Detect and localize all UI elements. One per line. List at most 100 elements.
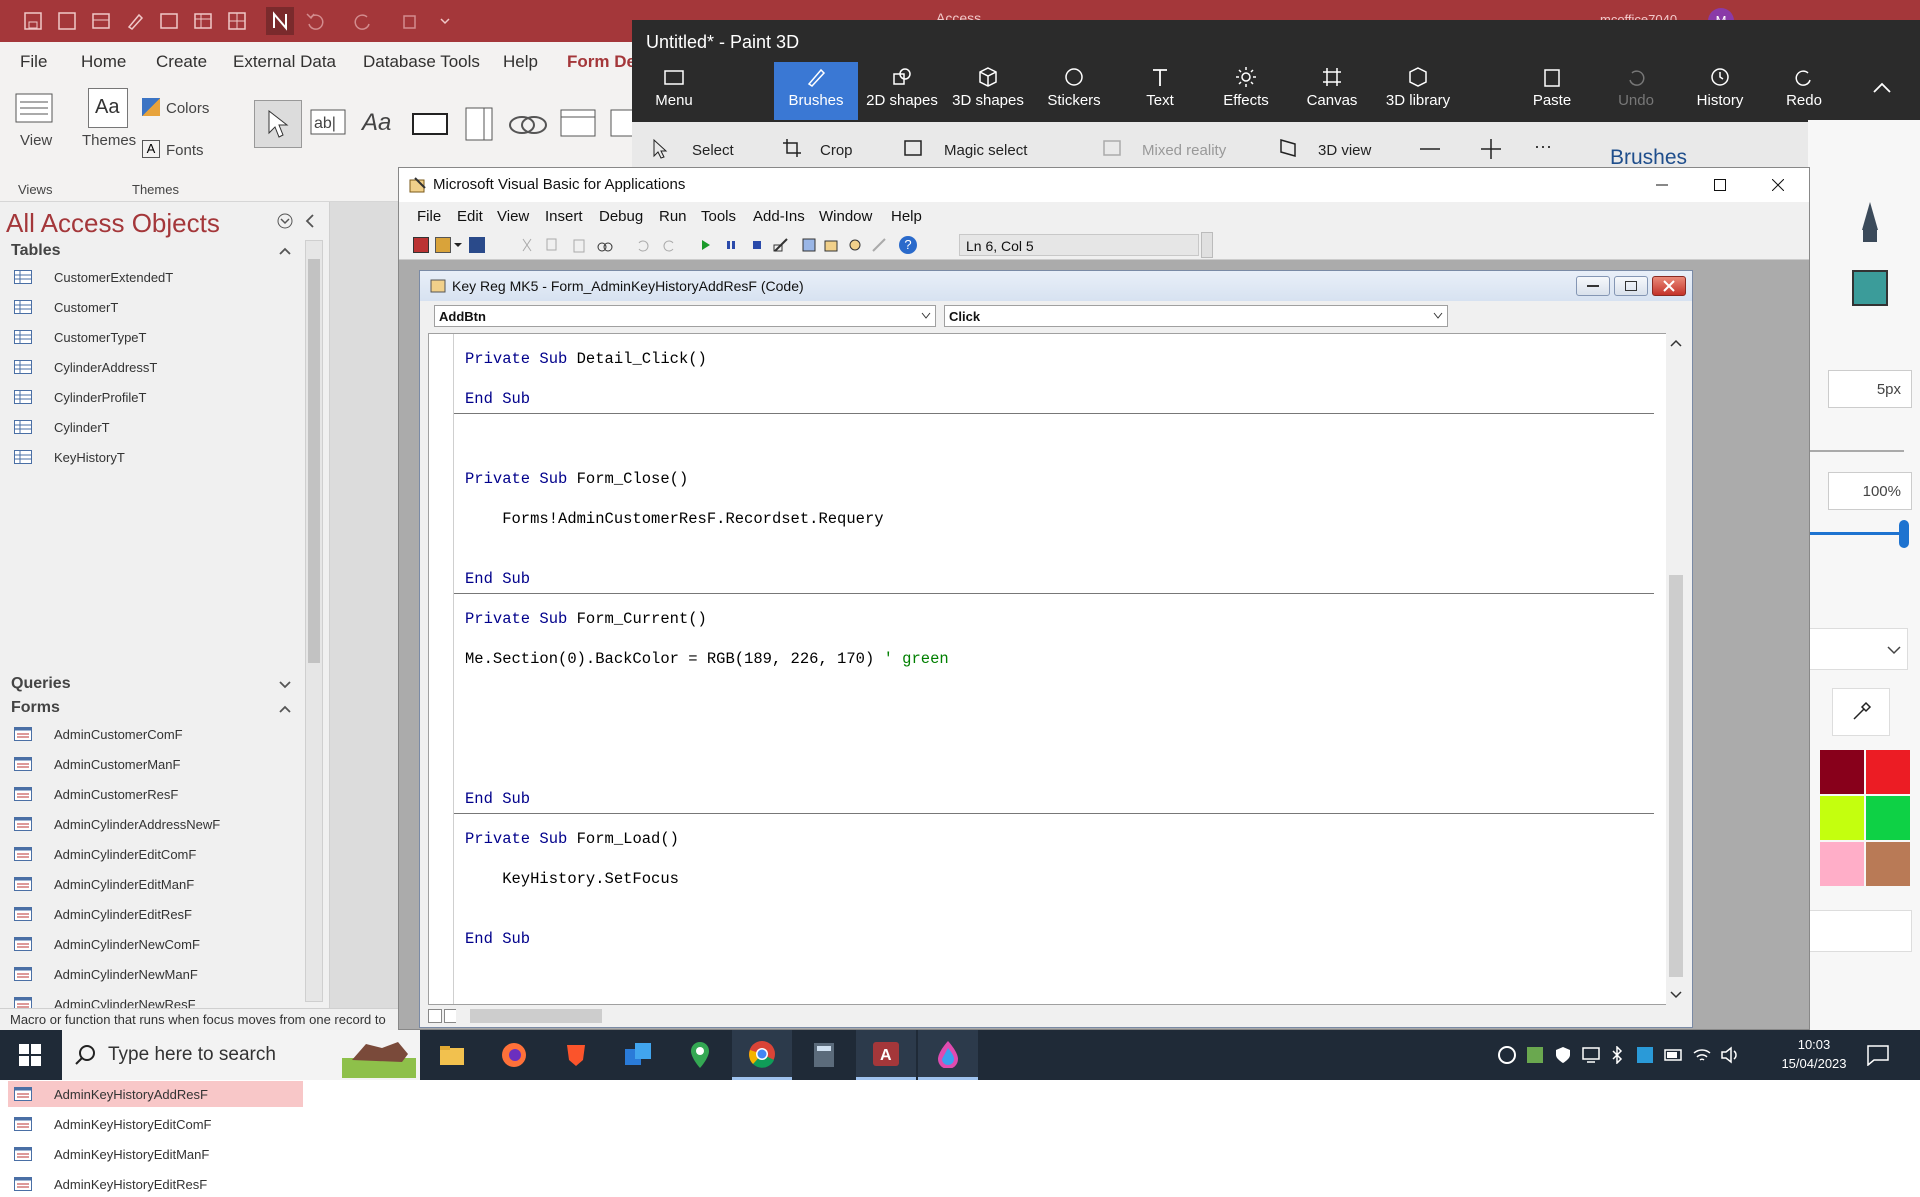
collapse-tables-icon[interactable] bbox=[278, 246, 292, 256]
access-taskbar-icon[interactable]: A bbox=[856, 1030, 916, 1080]
opacity-slider[interactable] bbox=[1808, 532, 1904, 535]
tab-home[interactable]: Home bbox=[81, 52, 126, 72]
tab-file[interactable]: File bbox=[20, 52, 47, 72]
design-mode-icon[interactable] bbox=[773, 237, 789, 253]
code-line[interactable]: Private Sub Form_Close() bbox=[465, 470, 688, 488]
menu-add-ins[interactable]: Add-Ins bbox=[753, 208, 805, 225]
forms-group-label[interactable]: Forms bbox=[11, 699, 60, 717]
tab-database-tools[interactable]: Database Tools bbox=[363, 52, 480, 72]
nav-item[interactable]: AdminCylinderEditManF bbox=[8, 871, 303, 897]
select-pointer-icon[interactable] bbox=[254, 100, 302, 148]
undo-icon[interactable] bbox=[304, 10, 326, 32]
code-line[interactable]: Forms!AdminCustomerResF.Recordset.Requer… bbox=[465, 510, 883, 528]
cut-icon[interactable] bbox=[519, 237, 535, 253]
save-as-icon[interactable] bbox=[56, 10, 78, 32]
tray-sync-icon[interactable] bbox=[1636, 1046, 1654, 1064]
paste-icon[interactable] bbox=[571, 237, 587, 253]
magic-select-button[interactable]: Magic select bbox=[944, 142, 1027, 159]
undo-icon[interactable] bbox=[635, 237, 651, 253]
color-swatch[interactable] bbox=[1820, 796, 1864, 840]
nav-item[interactable]: CylinderT bbox=[8, 414, 303, 440]
table-icon[interactable] bbox=[192, 10, 214, 32]
marker-brush-icon[interactable] bbox=[1858, 200, 1882, 244]
3d-library-tool[interactable]: 3D library bbox=[1376, 62, 1460, 120]
code-line[interactable]: Private Sub Form_Current() bbox=[465, 610, 707, 628]
nav-item[interactable]: AdminKeyHistoryAddResF bbox=[8, 1081, 303, 1107]
security-shield-icon[interactable] bbox=[1554, 1046, 1572, 1064]
find-icon[interactable] bbox=[597, 237, 613, 253]
tab-control-icon[interactable] bbox=[464, 106, 494, 142]
2d-shapes-tool[interactable]: 2D shapes bbox=[860, 62, 944, 120]
nav-item[interactable]: AdminCustomerResF bbox=[8, 781, 303, 807]
brushes-tool[interactable]: Brushes bbox=[774, 62, 858, 120]
nav-item[interactable]: KeyHistoryT bbox=[8, 444, 303, 470]
scroll-down-icon[interactable] bbox=[1670, 991, 1682, 999]
menu-button[interactable]: Menu bbox=[632, 62, 716, 120]
nav-item[interactable]: AdminKeyHistoryEditResF bbox=[8, 1171, 303, 1197]
file-explorer-icon[interactable] bbox=[422, 1030, 482, 1080]
menu-help[interactable]: Help bbox=[891, 208, 922, 225]
help-icon[interactable]: ? bbox=[899, 236, 917, 254]
grammarly-icon[interactable] bbox=[1498, 1046, 1516, 1064]
windows-start-icon[interactable] bbox=[0, 1030, 60, 1080]
access-view-icon[interactable] bbox=[413, 237, 429, 253]
copy-icon[interactable] bbox=[545, 237, 561, 253]
stickers-tool[interactable]: Stickers bbox=[1032, 62, 1116, 120]
canvas-tool[interactable]: Canvas bbox=[1290, 62, 1374, 120]
code-close-button[interactable] bbox=[1652, 276, 1686, 296]
3d-shapes-tool[interactable]: 3D shapes bbox=[946, 62, 1030, 120]
code-restore-button[interactable] bbox=[1614, 276, 1648, 296]
tray-app-icon[interactable] bbox=[1526, 1046, 1544, 1064]
view-icon[interactable] bbox=[14, 90, 54, 126]
code-horizontal-scrollbar[interactable] bbox=[456, 1007, 1654, 1025]
menu-file[interactable]: File bbox=[417, 208, 441, 225]
nav-scroll-thumb[interactable] bbox=[308, 259, 320, 663]
hyperlink-control-icon[interactable] bbox=[508, 110, 548, 140]
colors-button[interactable]: Colors bbox=[166, 100, 209, 117]
code-line[interactable]: Private Sub Detail_Click() bbox=[465, 350, 707, 368]
effects-tool[interactable]: Effects bbox=[1204, 62, 1288, 120]
view-button[interactable]: View bbox=[20, 132, 52, 149]
code-hscroll-thumb[interactable] bbox=[470, 1009, 602, 1023]
tab-form-design[interactable]: Form De bbox=[567, 52, 636, 72]
thickness-slider[interactable] bbox=[1808, 450, 1904, 452]
nav-item[interactable]: AdminKeyHistoryEditComF bbox=[8, 1111, 303, 1137]
code-line[interactable]: Me.Section(0).BackColor = RGB(189, 226, … bbox=[465, 650, 949, 668]
text-tool[interactable]: Text bbox=[1118, 62, 1202, 120]
nav-item[interactable]: AdminCustomerManF bbox=[8, 751, 303, 777]
menu-view[interactable]: View bbox=[497, 208, 529, 225]
save-icon[interactable] bbox=[469, 237, 485, 253]
tab-external-data[interactable]: External Data bbox=[233, 52, 336, 72]
procedure-view-icon[interactable] bbox=[428, 1009, 442, 1023]
minimize-button[interactable] bbox=[1633, 168, 1691, 202]
code-vertical-scrollbar[interactable] bbox=[1666, 333, 1686, 1005]
chevron-down-icon[interactable] bbox=[434, 10, 456, 32]
button-control-icon[interactable] bbox=[412, 112, 448, 136]
layout-icon[interactable] bbox=[90, 10, 112, 32]
brave-icon[interactable] bbox=[546, 1030, 606, 1080]
nav-item[interactable]: CylinderProfileT bbox=[8, 384, 303, 410]
break-icon[interactable] bbox=[723, 237, 739, 253]
toolbar-overflow[interactable] bbox=[1201, 232, 1213, 258]
add-color-button[interactable] bbox=[1808, 910, 1912, 952]
procedure-dropdown[interactable]: Click bbox=[944, 305, 1448, 327]
code-minimize-button[interactable] bbox=[1576, 276, 1610, 296]
nav-item[interactable]: CustomerTypeT bbox=[8, 324, 303, 350]
code-line[interactable]: KeyHistory.SetFocus bbox=[465, 870, 679, 888]
zoom-out-icon[interactable] bbox=[1420, 147, 1440, 151]
object-browser-icon[interactable] bbox=[847, 237, 863, 253]
redo-icon[interactable] bbox=[661, 237, 677, 253]
chevron-down-icon[interactable] bbox=[453, 237, 463, 253]
finish-dropdown[interactable] bbox=[1808, 628, 1908, 670]
eyedropper-icon[interactable] bbox=[1832, 688, 1890, 736]
maps-icon[interactable] bbox=[670, 1030, 730, 1080]
insert-module-icon[interactable] bbox=[435, 237, 451, 253]
onenote-icon[interactable] bbox=[266, 7, 294, 35]
textbox-control-icon[interactable]: ab| bbox=[310, 108, 346, 138]
maximize-button[interactable] bbox=[1691, 168, 1749, 202]
nav-item[interactable]: AdminCylinderAddressNewF bbox=[8, 811, 303, 837]
toolbox-icon[interactable] bbox=[871, 237, 887, 253]
collapse-forms-icon[interactable] bbox=[278, 704, 292, 714]
crop-button[interactable]: Crop bbox=[820, 142, 853, 159]
chrome-icon[interactable] bbox=[732, 1030, 792, 1080]
